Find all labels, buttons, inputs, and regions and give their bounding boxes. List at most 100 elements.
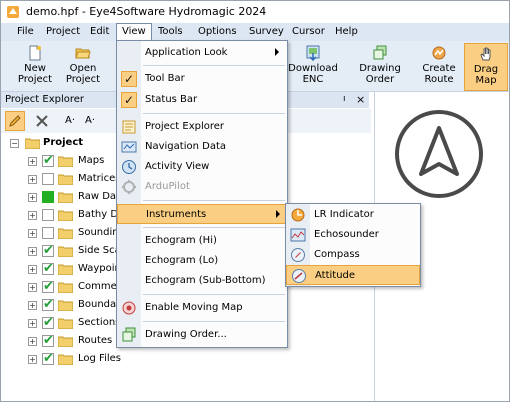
menu-item-echosounder[interactable]: Echosounder	[286, 225, 420, 245]
check-icon: ✔	[43, 333, 54, 348]
layer-visibility-checkbox[interactable]: ✔	[42, 261, 54, 276]
menu-item-project-explorer[interactable]: Project Explorer	[117, 117, 287, 137]
checkmark-icon: ✓	[121, 71, 137, 87]
download-enc-label-2: ENC	[302, 74, 324, 85]
menu-view[interactable]: View	[116, 23, 152, 41]
tree-root-label: Project	[43, 137, 84, 148]
menu-options[interactable]: Options	[193, 24, 242, 40]
menu-item-instruments[interactable]: Instruments	[117, 204, 287, 224]
menu-file[interactable]: File	[12, 24, 39, 40]
menu-cursor[interactable]: Cursor	[287, 24, 330, 40]
expand-icon[interactable]: +	[28, 265, 37, 274]
folder-icon	[58, 264, 73, 275]
folder-icon	[58, 318, 73, 329]
menu-help[interactable]: Help	[330, 24, 363, 40]
compass-icon	[291, 248, 305, 262]
expand-icon[interactable]: +	[28, 283, 37, 292]
expand-icon[interactable]: +	[28, 355, 37, 364]
layer-visibility-checkbox[interactable]	[42, 227, 54, 239]
create-route-button[interactable]: Create Route	[413, 43, 465, 89]
menu-item-application-look[interactable]: Application Look	[117, 43, 287, 63]
tree-item-label: Boundar	[78, 299, 121, 310]
application-look-label: Application Look	[145, 47, 228, 58]
echogram-lo-label: Echogram (Lo)	[145, 255, 219, 266]
new-project-button[interactable]: New Project	[9, 43, 61, 89]
expand-icon[interactable]: +	[28, 175, 37, 184]
menu-item-compass[interactable]: Compass	[286, 245, 420, 265]
menu-project[interactable]: Project	[41, 24, 85, 40]
open-project-button[interactable]: Open Project	[57, 43, 109, 89]
tree-item[interactable]: + ✔ Log Files	[1, 351, 371, 369]
folder-icon	[58, 246, 73, 257]
route-icon	[432, 46, 446, 60]
check-icon: ✔	[43, 297, 54, 312]
hand-drag-icon	[480, 47, 491, 61]
expand-icon[interactable]: +	[28, 157, 37, 166]
tree-item-label: Routes	[78, 335, 113, 346]
expand-icon[interactable]: +	[28, 193, 37, 202]
expand-icon[interactable]: +	[28, 247, 37, 256]
expand-icon[interactable]: +	[28, 211, 37, 220]
check-icon: ✔	[43, 243, 54, 258]
open-folder-icon	[75, 48, 91, 59]
expand-icon[interactable]: +	[28, 337, 37, 346]
drawing-order-button[interactable]: Drawing Order	[354, 43, 406, 89]
collapse-icon[interactable]: −	[10, 139, 19, 148]
layer-visibility-checkbox[interactable]: ✔	[42, 297, 54, 312]
layer-visibility-checkbox[interactable]: ✔	[42, 153, 54, 168]
menu-item-activity-view[interactable]: Activity View	[117, 157, 287, 177]
folder-icon	[58, 282, 73, 293]
layer-visibility-checkbox[interactable]	[42, 191, 54, 203]
new-document-icon	[29, 45, 41, 61]
menu-item-attitude[interactable]: Attitude	[286, 265, 420, 285]
menu-tools[interactable]: Tools	[153, 24, 188, 40]
new-project-label-2: Project	[17, 74, 53, 85]
submenu-arrow-icon	[276, 210, 280, 218]
layer-visibility-checkbox[interactable]: ✔	[42, 315, 54, 330]
layer-visibility-checkbox[interactable]: ✔	[42, 333, 54, 348]
navigation-data-label: Navigation Data	[145, 141, 226, 152]
navigation-data-icon	[121, 141, 137, 153]
echogram-hi-label: Echogram (Hi)	[145, 235, 217, 246]
check-icon: ✔	[43, 315, 54, 330]
layer-visibility-checkbox[interactable]: ✔	[42, 351, 54, 366]
font-larger-button[interactable]: A·	[81, 112, 99, 130]
menu-item-echogram-sub-bottom[interactable]: Echogram (Sub-Bottom)	[117, 271, 287, 291]
instruments-label: Instruments	[146, 209, 207, 220]
menu-item-echogram-lo[interactable]: Echogram (Lo)	[117, 251, 287, 271]
download-enc-button[interactable]: Download ENC	[287, 43, 339, 89]
menu-item-ardupilot[interactable]: ArduPilot	[117, 177, 287, 197]
expand-icon[interactable]: +	[28, 301, 37, 310]
properties-tool-button[interactable]	[33, 112, 51, 130]
menu-item-echogram-hi[interactable]: Echogram (Hi)	[117, 231, 287, 251]
expand-icon[interactable]: +	[28, 229, 37, 238]
pin-icon[interactable]: ı	[343, 94, 346, 104]
tree-item-label: Commer	[78, 281, 121, 292]
menu-item-tool-bar[interactable]: ✓ Tool Bar	[117, 69, 287, 89]
folder-icon	[58, 192, 73, 203]
layer-visibility-checkbox[interactable]	[42, 173, 54, 185]
folder-icon	[58, 354, 73, 365]
edit-tool-button[interactable]	[5, 111, 25, 131]
drag-map-label-1: Drag	[473, 64, 499, 75]
menu-edit[interactable]: Edit	[85, 24, 114, 40]
drag-map-button[interactable]: Drag Map	[464, 43, 508, 91]
folder-icon	[58, 228, 73, 239]
layer-visibility-checkbox[interactable]	[42, 209, 54, 221]
drawing-order-label-2: Order	[365, 74, 395, 85]
menu-item-navigation-data[interactable]: Navigation Data	[117, 137, 287, 157]
layer-visibility-checkbox[interactable]: ✔	[42, 243, 54, 258]
menu-item-enable-moving-map[interactable]: Enable Moving Map	[117, 298, 287, 318]
close-icon[interactable]: ×	[356, 93, 365, 106]
project-explorer-icon	[122, 120, 136, 134]
expand-icon[interactable]: +	[28, 319, 37, 328]
menu-survey[interactable]: Survey	[244, 24, 289, 40]
font-smaller-button[interactable]: A·	[61, 112, 79, 130]
menu-item-status-bar[interactable]: ✓ Status Bar	[117, 90, 287, 110]
tree-item-label: Maps	[78, 155, 105, 166]
layers-icon	[373, 45, 387, 60]
layer-visibility-checkbox[interactable]: ✔	[42, 279, 54, 294]
download-enc-label-1: Download	[288, 63, 338, 74]
menu-item-drawing-order[interactable]: Drawing Order...	[117, 325, 287, 345]
menu-item-lr-indicator[interactable]: LR Indicator	[286, 205, 420, 225]
